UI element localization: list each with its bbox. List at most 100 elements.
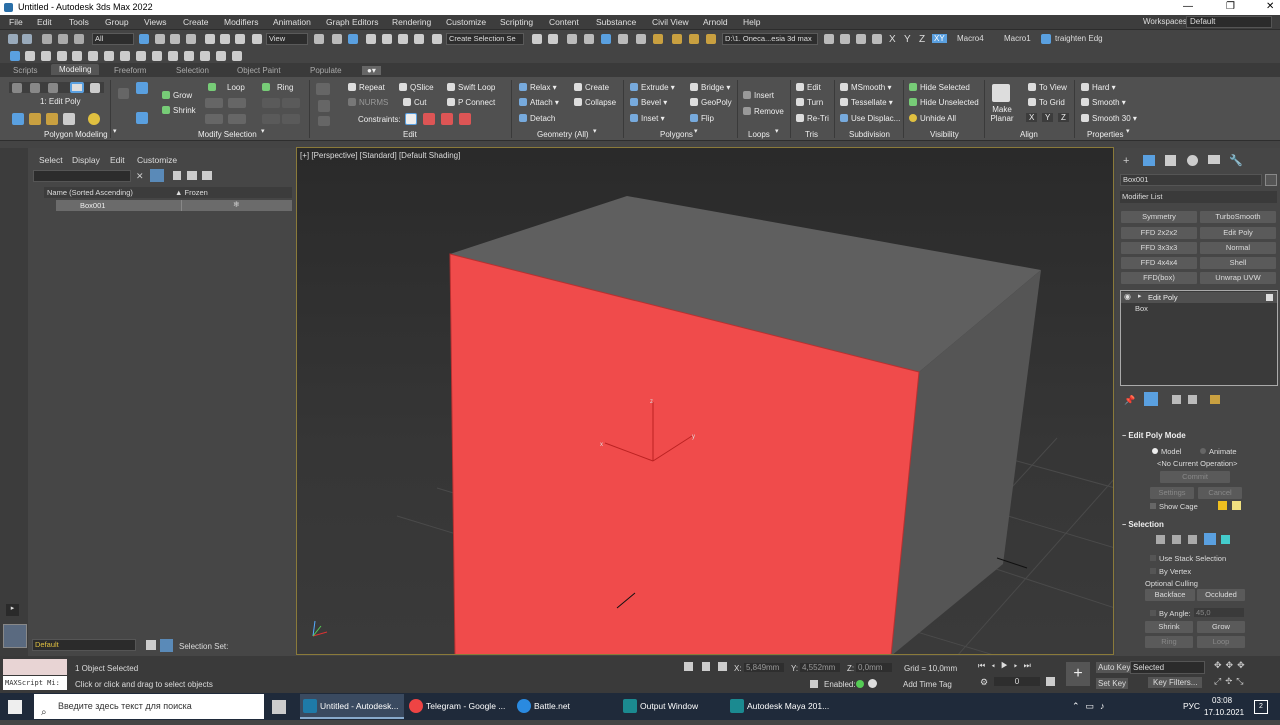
curve-editor-icon[interactable] — [618, 34, 628, 44]
align-to-view-button[interactable]: To View — [1039, 83, 1067, 92]
tab-freeform[interactable]: Freeform — [114, 66, 146, 75]
key-filters-button[interactable]: Key Filters... — [1148, 677, 1203, 688]
angle-spinner[interactable]: 45,0 — [1194, 608, 1244, 617]
explorer-menu-edit[interactable]: Edit — [110, 155, 125, 165]
keyboard-shortcut-override-icon[interactable] — [348, 34, 358, 44]
modifier-edit-poly-button[interactable]: Edit Poly — [1200, 227, 1276, 239]
nurms-button[interactable]: NURMS — [359, 98, 388, 107]
constrain-y-button[interactable]: Y — [904, 34, 911, 45]
particle-icon[interactable] — [104, 51, 114, 61]
isolate-icon[interactable] — [684, 662, 693, 671]
close-icon[interactable]: ✕ — [1266, 1, 1274, 12]
menu-file[interactable]: File — [9, 17, 23, 27]
constrain-z-button[interactable]: Z — [919, 34, 925, 45]
unhide-all-button[interactable]: Unhide All — [920, 114, 956, 123]
remove-loop-button[interactable]: Remove — [754, 107, 784, 116]
system-tray-icons[interactable]: ⌃▭♪ — [1072, 701, 1111, 712]
minimize-icon[interactable]: — — [1183, 1, 1193, 12]
save-file-icon[interactable] — [840, 34, 850, 44]
rendered-frame-window-icon[interactable] — [689, 34, 699, 44]
filter-funnel-icon[interactable] — [150, 169, 164, 182]
maximize-icon[interactable]: ❐ — [1226, 1, 1235, 12]
loop-button[interactable]: Loop — [227, 83, 245, 92]
systems-icon[interactable] — [88, 51, 98, 61]
windows-start-icon[interactable] — [8, 700, 22, 714]
qslice-button[interactable]: QSlice — [410, 83, 434, 92]
backface-button[interactable]: Backface — [1145, 589, 1195, 601]
layer-dropdown[interactable]: Default — [32, 639, 136, 651]
tab-object-paint[interactable]: Object Paint — [237, 66, 281, 75]
menu-scripting[interactable]: Scripting — [500, 17, 533, 27]
explorer-menu-select[interactable]: Select — [39, 155, 63, 165]
menu-rendering[interactable]: Rendering — [392, 17, 431, 27]
detach-button[interactable]: Detach — [530, 114, 555, 123]
cage-selected-color-swatch[interactable] — [1232, 501, 1241, 510]
rect-region-icon[interactable] — [170, 34, 180, 44]
group-polygons[interactable]: Polygons — [660, 130, 693, 139]
pin-stack-icon[interactable]: 📌 — [1124, 395, 1135, 406]
create-tab-icon[interactable]: + — [1123, 155, 1129, 167]
menu-content[interactable]: Content — [549, 17, 579, 27]
display-tab-icon[interactable] — [1208, 155, 1220, 164]
grow-button[interactable]: Grow — [173, 91, 192, 100]
column-name[interactable]: Name (Sorted Ascending) — [47, 188, 133, 197]
render-setup-icon[interactable] — [672, 34, 682, 44]
workspaces-dropdown[interactable]: Default — [1186, 16, 1272, 28]
ring-mode-icon[interactable] — [262, 114, 280, 124]
menu-edit[interactable]: Edit — [37, 17, 52, 27]
edit-named-sel-icon[interactable] — [432, 34, 442, 44]
notifications-icon[interactable]: 2 — [1254, 700, 1268, 714]
tab-scripts[interactable]: Scripts — [13, 66, 37, 75]
biped-icon[interactable] — [200, 51, 210, 61]
model-radio[interactable]: Model — [1152, 447, 1181, 456]
explorer-menu-customize[interactable]: Customize — [137, 155, 177, 165]
swift-loop-button[interactable]: Swift Loop — [458, 83, 495, 92]
tape-icon[interactable] — [216, 51, 226, 61]
constraint-none-icon[interactable] — [405, 113, 417, 125]
expand-panel-icon[interactable]: ▸ — [6, 604, 19, 616]
edit-tri-button[interactable]: Edit — [807, 83, 821, 92]
mirror-icon[interactable] — [532, 34, 542, 44]
move-icon[interactable] — [205, 34, 215, 44]
make-planar-icon[interactable] — [992, 84, 1010, 102]
modifier-ffd2-button[interactable]: FFD 2x2x2 — [1121, 227, 1197, 239]
repeat-last-icon[interactable] — [318, 116, 330, 126]
selection-filter-dropdown[interactable]: All — [92, 33, 134, 45]
p-connect-button[interactable]: P Connect — [458, 98, 495, 107]
window-crossing-icon[interactable] — [186, 34, 196, 44]
make-unique-icon[interactable] — [1172, 395, 1181, 404]
auto-key-button[interactable]: Auto Key — [1096, 662, 1133, 673]
hierarchy-tab-icon[interactable] — [1165, 155, 1176, 166]
modifier-unwrap-button[interactable]: Unwrap UVW — [1200, 272, 1276, 284]
hard-button[interactable]: Hard — [1092, 83, 1109, 92]
pin-icon[interactable] — [232, 51, 242, 61]
remove-modifier-icon[interactable] — [63, 113, 75, 125]
hierarchy-icon[interactable] — [187, 171, 197, 180]
align-icon[interactable] — [548, 34, 558, 44]
tab-selection[interactable]: Selection — [176, 66, 209, 75]
placement-icon[interactable] — [252, 34, 262, 44]
insert-loop-button[interactable]: Insert — [754, 91, 774, 100]
utilities-tab-icon[interactable]: 🔧 — [1229, 154, 1243, 167]
group-tris[interactable]: Tris — [805, 130, 818, 139]
angle-snap-icon[interactable] — [382, 34, 392, 44]
collapse-button[interactable]: Collapse — [585, 98, 616, 107]
modifier-ffd3-button[interactable]: FFD 3x3x3 — [1121, 242, 1197, 254]
column-frozen[interactable]: ▲ Frozen — [175, 188, 208, 197]
maxscript-mini-listener[interactable]: MAXScript Mi: — [3, 676, 67, 690]
selection-ring-button[interactable]: Ring — [1145, 636, 1193, 648]
layer-icon[interactable] — [202, 171, 212, 180]
animate-radio[interactable]: Animate — [1200, 447, 1237, 456]
geometry-icon[interactable] — [136, 51, 146, 61]
clock-date[interactable]: 17.10.2021 — [1204, 708, 1244, 717]
show-end-result-icon[interactable] — [29, 113, 41, 125]
object-name[interactable]: Box001 — [80, 201, 105, 210]
make-unique-icon[interactable] — [46, 113, 58, 125]
polygon-level-icon[interactable] — [70, 82, 84, 93]
extrude-button[interactable]: Extrude — [641, 83, 669, 92]
menu-modifiers[interactable]: Modifiers — [224, 17, 258, 27]
link-icon[interactable] — [42, 34, 52, 44]
time-slider-config-icon[interactable] — [1046, 677, 1055, 686]
constraint-edge-icon[interactable] — [423, 113, 435, 125]
bind-spacewarp-icon[interactable] — [74, 34, 84, 44]
